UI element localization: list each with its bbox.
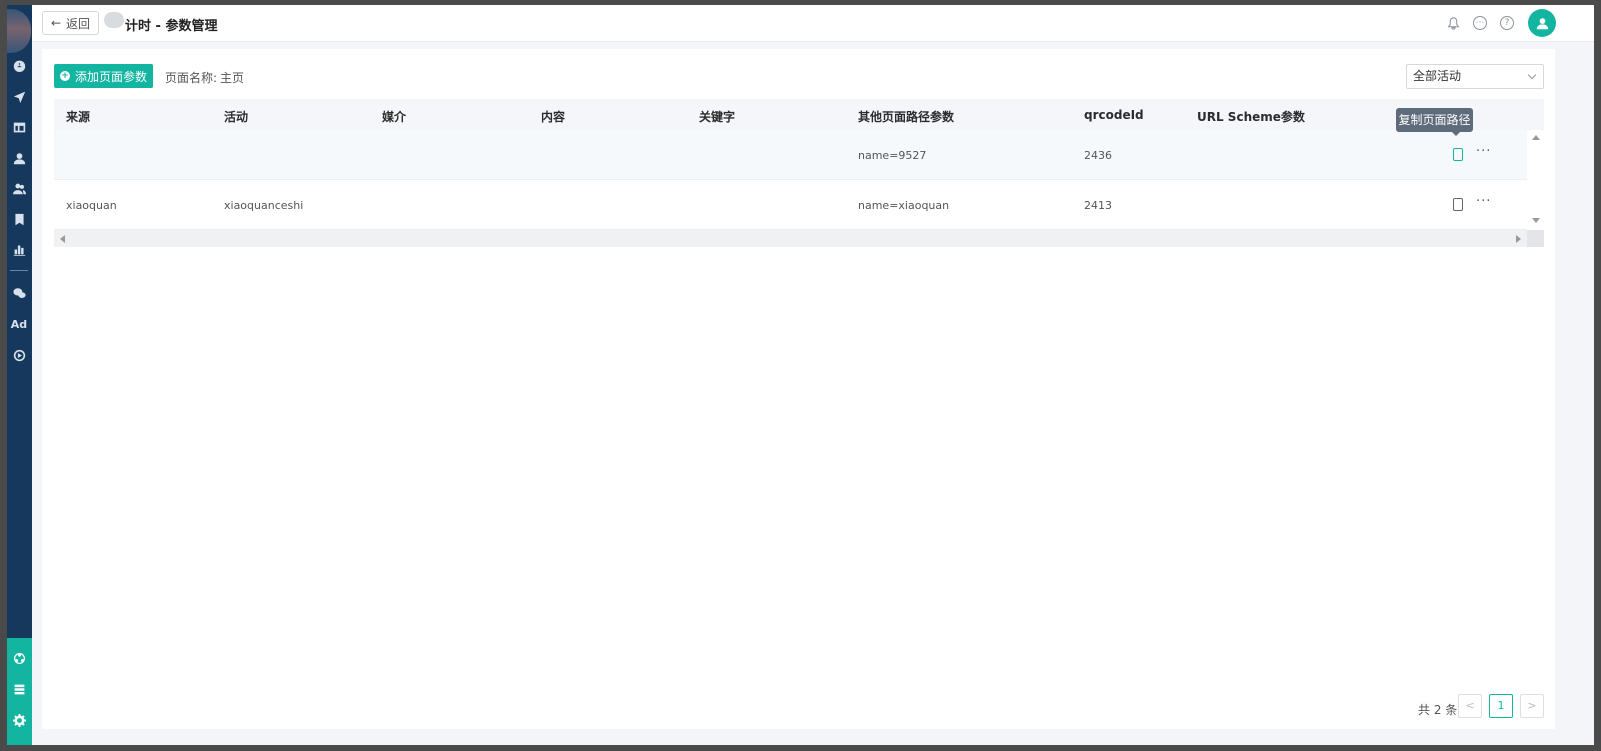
scroll-left-arrow-icon[interactable]: [60, 235, 65, 243]
col-header-medium: 媒介: [382, 110, 407, 124]
network-icon[interactable]: [10, 649, 28, 667]
next-page-button[interactable]: >: [1520, 694, 1544, 718]
top-header: ← 返回 计时 - 参数管理 ⋯ ?: [32, 5, 1594, 42]
col-header-content: 内容: [541, 110, 566, 124]
title-redaction: [104, 12, 124, 28]
gear-icon[interactable]: [10, 711, 28, 729]
more-icon[interactable]: ···: [1476, 194, 1491, 209]
activity-filter-value: 全部活动: [1413, 69, 1462, 83]
activity-filter-select[interactable]: 全部活动: [1406, 64, 1544, 89]
cell-qrcodeid: 2413: [1084, 199, 1112, 212]
table-row[interactable]: xiaoquan xiaoquanceshi name=xiaoquan 241…: [54, 180, 1527, 230]
ad-icon[interactable]: Ad: [10, 315, 28, 333]
bar-chart-icon[interactable]: [10, 240, 28, 258]
col-header-keyword: 关键字: [699, 110, 736, 124]
scrollbar-corner: [1527, 230, 1544, 247]
logo: [7, 9, 31, 53]
sidebar-divider: [10, 270, 28, 271]
scroll-right-arrow-icon[interactable]: [1516, 235, 1521, 243]
page-name-info: 页面名称: 主页: [165, 69, 244, 86]
layout-icon[interactable]: [10, 118, 28, 136]
prev-page-button[interactable]: <: [1458, 694, 1482, 718]
page-1-button[interactable]: 1: [1489, 694, 1513, 718]
cell-activity: xiaoquanceshi: [224, 199, 304, 212]
arrow-left-icon: ←: [50, 16, 62, 30]
sidebar-bottom: [7, 638, 32, 745]
page-name-label: 页面名称:: [165, 71, 218, 85]
main-card: + 添加页面参数 页面名称: 主页 全部活动 来源 活动 媒介 内容 关键字 其他…: [42, 49, 1555, 729]
sidebar: Ad: [7, 5, 32, 745]
total-count: 共 2 条: [1418, 703, 1458, 717]
copy-icon[interactable]: [1453, 198, 1463, 211]
cell-qrcodeid: 2436: [1084, 149, 1112, 162]
scroll-up-arrow-icon[interactable]: [1532, 135, 1540, 140]
table-header: 来源 活动 媒介 内容 关键字 其他页面路径参数 qrcodeId URL Sc…: [54, 99, 1544, 130]
page-name-value: 主页: [220, 71, 245, 85]
copy-path-tooltip: 复制页面路径: [1396, 108, 1473, 136]
chat-icon[interactable]: ⋯: [1473, 16, 1487, 30]
more-icon[interactable]: ···: [1476, 144, 1491, 159]
send-icon[interactable]: [10, 87, 28, 105]
avatar[interactable]: [1528, 9, 1556, 37]
copy-icon[interactable]: [1453, 148, 1463, 161]
table-row[interactable]: name=9527 2436 ···: [54, 130, 1527, 180]
col-header-source: 来源: [66, 110, 91, 124]
cell-source: xiaoquan: [66, 199, 117, 212]
col-header-qrcodeid: qrcodeId: [1084, 108, 1144, 122]
add-page-param-button[interactable]: + 添加页面参数: [54, 64, 153, 88]
col-header-url-scheme: URL Scheme参数: [1197, 110, 1305, 124]
horizontal-scrollbar[interactable]: [54, 230, 1544, 247]
user-avatar-icon: [1536, 17, 1548, 29]
users-icon[interactable]: [10, 179, 28, 197]
chevron-down-icon: [1527, 70, 1537, 80]
user-icon[interactable]: [10, 149, 28, 167]
back-button[interactable]: ← 返回: [42, 11, 99, 35]
plus-circle-icon: +: [59, 71, 70, 81]
col-header-activity: 活动: [224, 110, 249, 124]
scroll-down-arrow-icon[interactable]: [1532, 218, 1540, 223]
dashboard-icon[interactable]: [10, 56, 28, 74]
play-icon[interactable]: [10, 346, 28, 364]
bell-icon[interactable]: [1446, 16, 1460, 30]
database-icon[interactable]: [10, 680, 28, 698]
ad-label: Ad: [10, 317, 28, 331]
help-icon[interactable]: ?: [1500, 16, 1514, 30]
page-title: 计时 - 参数管理: [125, 19, 218, 34]
add-page-param-label: 添加页面参数: [74, 69, 147, 84]
wechat-icon[interactable]: [10, 284, 28, 302]
vertical-scrollbar[interactable]: [1527, 130, 1544, 230]
cell-other-params: name=xiaoquan: [858, 199, 950, 212]
app-window: Ad ← 返回 计时 - 参数管理 ⋯ ? + 添加页面参数 页面名称: 主页 …: [7, 5, 1594, 745]
col-header-other-params: 其他页面路径参数: [858, 110, 955, 124]
bookmark-icon[interactable]: [10, 210, 28, 228]
cell-other-params: name=9527: [858, 149, 927, 162]
back-label: 返回: [66, 16, 91, 31]
